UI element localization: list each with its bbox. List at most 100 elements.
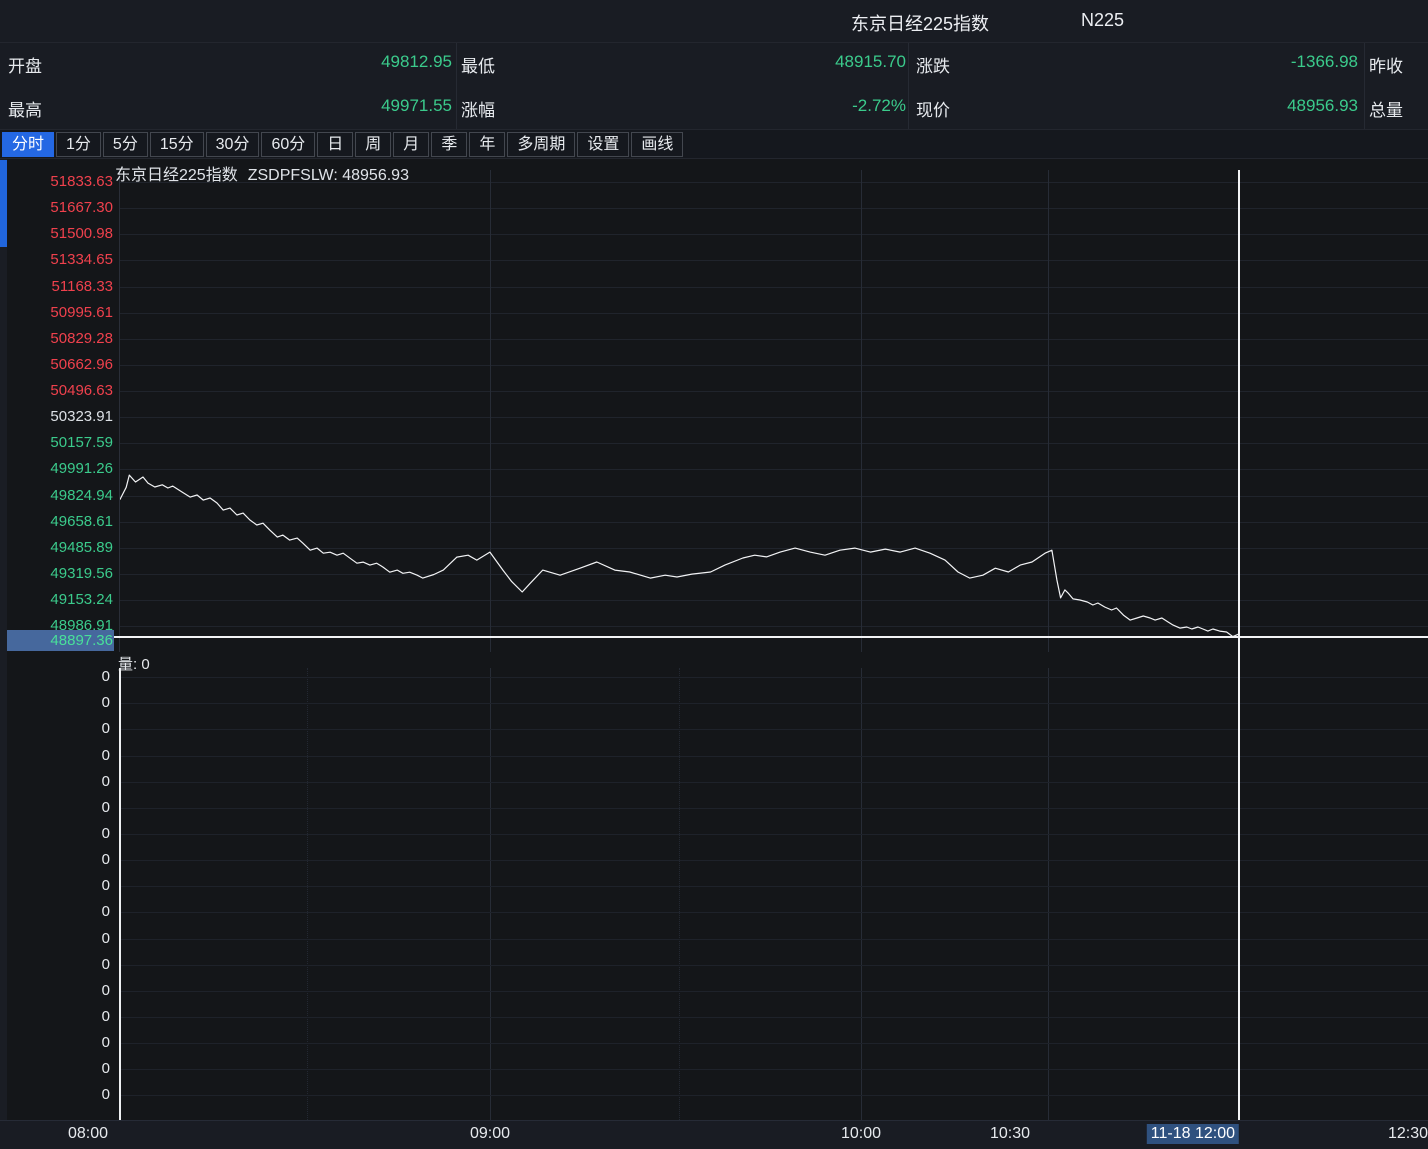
period-tab-周[interactable]: 周	[355, 132, 391, 157]
last-price-value: 48956.93	[1140, 96, 1358, 116]
chart-region[interactable]: 东京日经225指数 ZSDPFSLW: 48956.93 51833.63 5166…	[0, 159, 1428, 1120]
period-tab-1分[interactable]: 1分	[56, 132, 101, 157]
price-axis-tick: 50995.61	[0, 304, 113, 322]
high-value: 49971.55	[240, 96, 452, 116]
time-axis-tick: 08:00	[68, 1125, 108, 1143]
volume-gridline	[120, 703, 1428, 704]
period-tab-bar: 分时1分5分15分30分60分日周月季年多周期设置画线	[0, 130, 1428, 159]
chart-info-line: 东京日经225指数 ZSDPFSLW: 48956.93	[115, 161, 409, 185]
volume-axis-tick: 0	[0, 825, 110, 843]
volume-header: 量: 0	[118, 653, 150, 674]
chart-info-quote: ZSDPFSLW: 48956.93	[248, 167, 409, 184]
crosshair-horizontal-line	[114, 636, 1428, 638]
prev-close-label: 昨收	[1369, 52, 1403, 77]
price-axis-tick: 49658.61	[0, 513, 113, 531]
volume-gridline	[120, 677, 1428, 678]
volume-axis-tick: 0	[0, 903, 110, 921]
period-tab-15分[interactable]: 15分	[150, 132, 204, 157]
total-volume-label: 总量	[1369, 96, 1403, 121]
price-axis-tick: 51667.30	[0, 199, 113, 217]
period-tab-多周期[interactable]: 多周期	[507, 132, 575, 157]
price-axis-tick: 49824.94	[0, 487, 113, 505]
volume-gridline	[120, 782, 1428, 783]
price-axis-tick: 50323.91	[0, 408, 113, 426]
period-tab-日[interactable]: 日	[317, 132, 353, 157]
volume-gridline	[120, 939, 1428, 940]
period-tab-30分[interactable]: 30分	[206, 132, 260, 157]
volume-gridline	[120, 965, 1428, 966]
volume-gridline	[120, 1043, 1428, 1044]
volume-gridline	[120, 1095, 1428, 1096]
volume-gridline	[120, 886, 1428, 887]
period-tab-季[interactable]: 季	[431, 132, 467, 157]
stats-row-2: 最高 49971.55 涨幅 -2.72% 现价 48956.93 总量	[0, 96, 1428, 122]
price-axis-tick: 49153.24	[0, 591, 113, 609]
price-axis-tick: 49991.26	[0, 460, 113, 478]
volume-axis-tick: 0	[0, 877, 110, 895]
change-value: -1366.98	[1140, 52, 1358, 72]
instrument-title: 东京日经225指数	[851, 10, 989, 36]
volume-axis-tick: 0	[0, 1008, 110, 1026]
period-tab-年[interactable]: 年	[469, 132, 505, 157]
time-axis-tick: 11-18 12:00	[1147, 1124, 1239, 1144]
price-axis-tick: 50157.59	[0, 434, 113, 452]
instrument-symbol: N225	[1081, 10, 1124, 31]
period-tab-5分[interactable]: 5分	[103, 132, 148, 157]
volume-axis-line	[119, 668, 121, 1120]
volume-axis-tick: 0	[0, 930, 110, 948]
trading-app-window: 东京日经225指数 N225 开盘 49812.95 最低 48915.70 涨…	[0, 0, 1428, 1149]
price-line	[120, 475, 1239, 636]
volume-gridline	[120, 860, 1428, 861]
price-axis-tick: 49319.56	[0, 565, 113, 583]
volume-axis-tick: 0	[0, 720, 110, 738]
volume-axis-tick: 0	[0, 747, 110, 765]
period-tab-分时[interactable]: 分时	[2, 132, 54, 157]
time-axis: 08:0009:0010:0010:3011-18 12:0012:30	[0, 1120, 1428, 1149]
time-gridline	[1048, 668, 1049, 1120]
price-axis-tick: 50829.28	[0, 330, 113, 348]
change-pct-value: -2.72%	[690, 96, 906, 116]
price-axis-tick: 50496.63	[0, 382, 113, 400]
stats-row-1: 开盘 49812.95 最低 48915.70 涨跌 -1366.98 昨收	[0, 52, 1428, 78]
volume-axis-tick: 0	[0, 956, 110, 974]
volume-axis-tick: 0	[0, 851, 110, 869]
time-gridline	[679, 668, 681, 1120]
volume-axis-tick: 0	[0, 799, 110, 817]
volume-gridline	[120, 756, 1428, 757]
time-axis-tick: 09:00	[470, 1125, 510, 1143]
period-tab-60分[interactable]: 60分	[261, 132, 315, 157]
volume-gridline	[120, 1017, 1428, 1018]
time-gridline	[307, 668, 309, 1120]
volume-gridline	[120, 1069, 1428, 1070]
price-axis-tick: 51500.98	[0, 225, 113, 243]
scrollbar-thumb[interactable]	[0, 160, 7, 247]
volume-axis-tick: 0	[0, 668, 110, 686]
time-axis-tick: 12:30	[1388, 1125, 1428, 1143]
title-bar: 东京日经225指数 N225	[0, 0, 1428, 42]
time-gridline	[861, 668, 862, 1120]
price-axis-tick: 51168.33	[0, 278, 113, 296]
chart-info-name: 东京日经225指数	[115, 167, 238, 184]
period-tab-设置[interactable]: 设置	[577, 132, 629, 157]
price-line-chart[interactable]	[120, 170, 1428, 660]
period-tab-画线[interactable]: 画线	[631, 132, 683, 157]
time-gridline	[490, 668, 491, 1120]
last-price-label: 现价	[916, 96, 950, 121]
volume-gridline	[120, 729, 1428, 730]
volume-axis-tick: 0	[0, 1034, 110, 1052]
vertical-scrollbar[interactable]	[0, 159, 7, 1120]
price-axis-tick: 49485.89	[0, 539, 113, 557]
period-tab-月[interactable]: 月	[393, 132, 429, 157]
volume-axis-tick: 0	[0, 773, 110, 791]
open-value: 49812.95	[240, 52, 452, 72]
volume-gridline	[120, 912, 1428, 913]
time-axis-tick: 10:00	[841, 1125, 881, 1143]
price-axis-tick: 51833.63	[0, 173, 113, 191]
volume-axis-tick: 0	[0, 1060, 110, 1078]
price-highlight-tag: 48897.36	[0, 630, 114, 651]
volume-gridline	[120, 834, 1428, 835]
change-label: 涨跌	[916, 52, 950, 77]
volume-gridline	[120, 808, 1428, 809]
price-axis-tick: 50662.96	[0, 356, 113, 374]
open-label: 开盘	[8, 52, 42, 77]
